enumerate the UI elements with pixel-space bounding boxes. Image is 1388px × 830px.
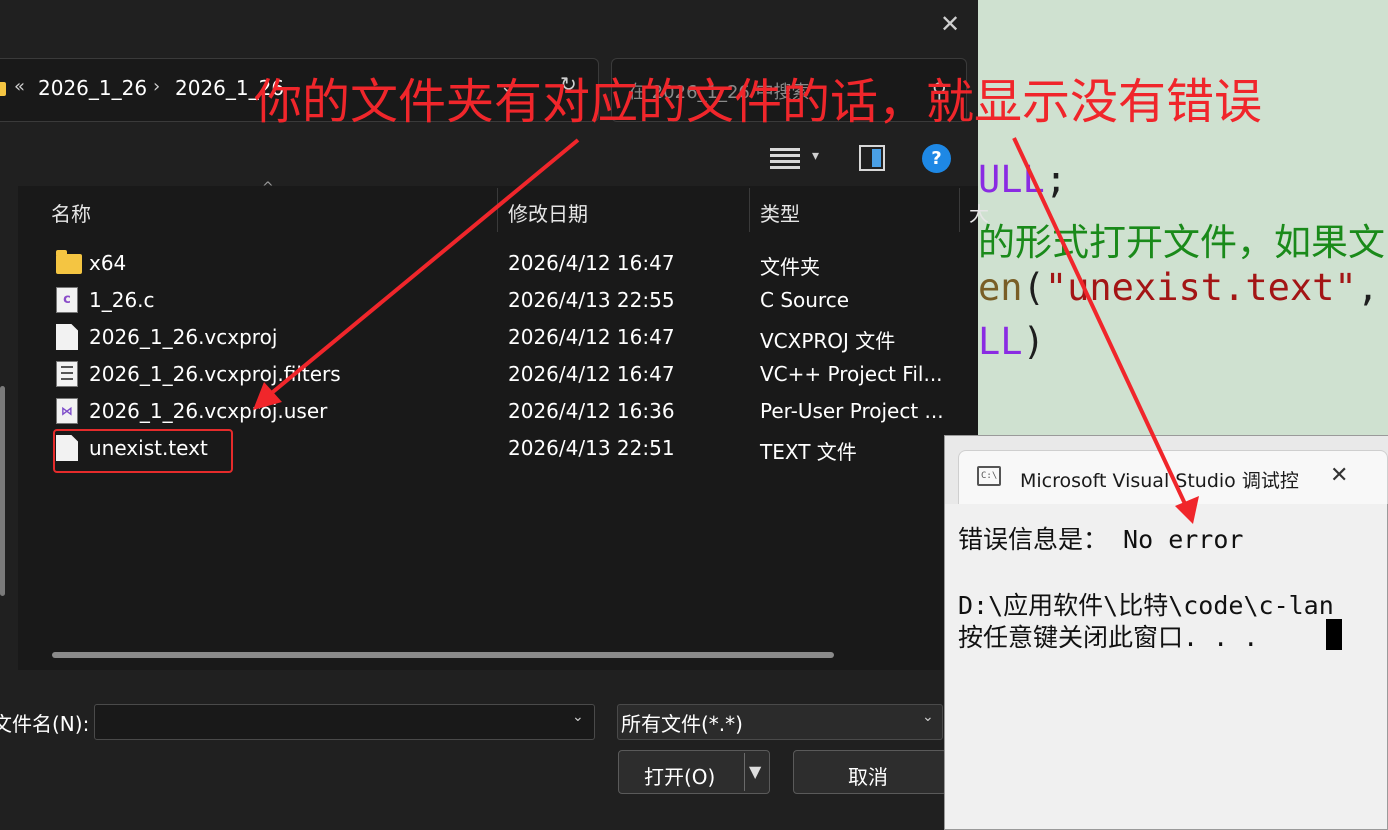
file-row-type: Per-User Project ...	[760, 399, 944, 423]
open-options-dropdown-icon[interactable]: ▼	[749, 762, 761, 781]
file-row-name[interactable]: 2026_1_26.vcxproj.user	[89, 399, 327, 423]
console-output-line: D:\应用软件\比特\code\c-lan	[958, 591, 1334, 620]
view-options-icon[interactable]	[770, 145, 800, 171]
c-source-file-icon: c	[56, 287, 78, 313]
chevron-down-icon[interactable]: ⌄	[922, 709, 934, 725]
file-row-type: VC++ Project Fil...	[760, 362, 943, 386]
cancel-button-label: 取消	[848, 765, 888, 789]
highlight-box	[53, 429, 233, 473]
file-row-type: C Source	[760, 288, 850, 312]
filters-file-icon	[56, 361, 78, 387]
file-row-type: VCXPROJ 文件	[760, 329, 896, 353]
vs-project-file-icon: ⋈	[56, 398, 78, 424]
preview-pane-icon[interactable]	[859, 145, 885, 171]
console-output-line: 按任意键关闭此窗口. . .	[958, 623, 1259, 652]
terminal-icon: C:\	[977, 466, 1001, 486]
filename-label: 文件名(N):	[0, 712, 90, 736]
filename-input[interactable]	[94, 704, 595, 740]
file-row-type: TEXT 文件	[760, 440, 857, 464]
console-output-line: 错误信息是： No error	[958, 525, 1244, 554]
file-row-date: 2026/4/12 16:47	[508, 251, 675, 275]
open-button-label: 打开(O)	[644, 765, 716, 789]
column-divider[interactable]	[749, 188, 750, 232]
folder-icon	[0, 82, 6, 96]
dialog-toolbar	[0, 132, 978, 186]
file-row-name[interactable]: 2026_1_26.vcxproj.filters	[89, 362, 341, 386]
chevron-down-icon[interactable]: ⌄	[572, 709, 584, 725]
column-header-name[interactable]: 名称	[51, 198, 91, 227]
file-row-date: 2026/4/13 22:55	[508, 288, 675, 312]
filetype-value: 所有文件(*.*)	[621, 712, 743, 736]
file-row-name[interactable]: x64	[89, 251, 126, 275]
document-icon	[56, 324, 78, 350]
code-line-2-comment: 的形式打开文件，如果文	[978, 221, 1385, 264]
column-divider[interactable]	[959, 188, 960, 232]
file-row-date: 2026/4/12 16:47	[508, 362, 675, 386]
code-line-4: LL)	[978, 320, 1045, 363]
column-header-size[interactable]: 大	[969, 198, 989, 227]
help-icon[interactable]: ?	[922, 144, 951, 173]
file-row-name[interactable]: 1_26.c	[89, 288, 155, 312]
file-row-type: 文件夹	[760, 255, 820, 279]
annotation-text: 你的文件夹有对应的文件的话，就显示没有错误	[254, 74, 1263, 130]
navigation-pane-scrollbar[interactable]	[0, 386, 5, 596]
file-row-date: 2026/4/12 16:47	[508, 325, 675, 349]
code-line-3: en("unexist.text",	[978, 266, 1379, 309]
code-line-1: ULL;	[978, 158, 1068, 201]
column-header-type[interactable]: 类型	[760, 198, 800, 227]
file-row-date: 2026/4/12 16:36	[508, 399, 675, 423]
breadcrumb-item[interactable]: 2026_1_26	[38, 76, 147, 100]
breadcrumb-overflow-chevron[interactable]: «	[14, 76, 25, 97]
column-header-date[interactable]: 修改日期	[508, 198, 588, 227]
dialog-close-button[interactable]: ✕	[934, 8, 966, 40]
file-row-name[interactable]: 2026_1_26.vcxproj	[89, 325, 277, 349]
sort-ascending-icon: ^	[262, 180, 274, 196]
dialog-titlebar	[0, 0, 978, 50]
folder-icon	[56, 250, 82, 274]
split-button-divider	[744, 753, 745, 791]
console-title: Microsoft Visual Studio 调试控	[1020, 470, 1299, 492]
chevron-down-icon[interactable]: ▾	[812, 148, 819, 164]
file-row-date: 2026/4/13 22:51	[508, 436, 675, 460]
console-close-button[interactable]: ✕	[1330, 463, 1348, 488]
text-cursor	[1326, 619, 1342, 650]
breadcrumb-separator: ›	[153, 76, 161, 97]
horizontal-scrollbar[interactable]	[52, 652, 834, 658]
column-divider[interactable]	[497, 188, 498, 232]
